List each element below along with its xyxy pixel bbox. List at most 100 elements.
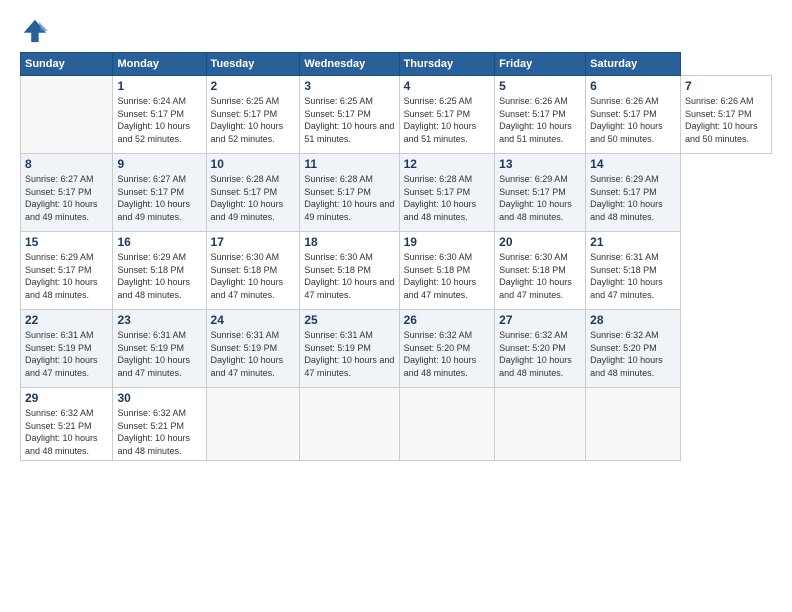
day-info: Sunrise: 6:32 AM Sunset: 5:21 PM Dayligh… (117, 407, 201, 457)
day-number: 8 (25, 157, 108, 171)
day-info: Sunrise: 6:29 AM Sunset: 5:17 PM Dayligh… (499, 173, 581, 223)
day-info: Sunrise: 6:29 AM Sunset: 5:17 PM Dayligh… (25, 251, 108, 301)
table-row: 23 Sunrise: 6:31 AM Sunset: 5:19 PM Dayl… (113, 310, 206, 388)
table-row: 11 Sunrise: 6:28 AM Sunset: 5:17 PM Dayl… (300, 154, 399, 232)
day-info: Sunrise: 6:25 AM Sunset: 5:17 PM Dayligh… (304, 95, 394, 145)
day-number: 17 (211, 235, 296, 249)
day-info: Sunrise: 6:31 AM Sunset: 5:19 PM Dayligh… (304, 329, 394, 379)
day-number: 9 (117, 157, 201, 171)
table-row: 3 Sunrise: 6:25 AM Sunset: 5:17 PM Dayli… (300, 76, 399, 154)
table-row: 15 Sunrise: 6:29 AM Sunset: 5:17 PM Dayl… (21, 232, 113, 310)
day-number: 25 (304, 313, 394, 327)
table-row: 19 Sunrise: 6:30 AM Sunset: 5:18 PM Dayl… (399, 232, 495, 310)
logo (20, 16, 52, 44)
day-number: 10 (211, 157, 296, 171)
table-row: 26 Sunrise: 6:32 AM Sunset: 5:20 PM Dayl… (399, 310, 495, 388)
day-number: 30 (117, 391, 201, 405)
day-info: Sunrise: 6:25 AM Sunset: 5:17 PM Dayligh… (404, 95, 491, 145)
table-row: 6 Sunrise: 6:26 AM Sunset: 5:17 PM Dayli… (586, 76, 681, 154)
table-row: 25 Sunrise: 6:31 AM Sunset: 5:19 PM Dayl… (300, 310, 399, 388)
logo-icon (20, 16, 48, 44)
table-row: 27 Sunrise: 6:32 AM Sunset: 5:20 PM Dayl… (495, 310, 586, 388)
day-number: 14 (590, 157, 676, 171)
col-saturday: Saturday (586, 53, 681, 76)
calendar-header-row: Sunday Monday Tuesday Wednesday Thursday… (21, 53, 772, 76)
day-number: 19 (404, 235, 491, 249)
day-info: Sunrise: 6:27 AM Sunset: 5:17 PM Dayligh… (117, 173, 201, 223)
table-row: 30 Sunrise: 6:32 AM Sunset: 5:21 PM Dayl… (113, 388, 206, 461)
day-info: Sunrise: 6:30 AM Sunset: 5:18 PM Dayligh… (211, 251, 296, 301)
day-number: 5 (499, 79, 581, 93)
day-number: 26 (404, 313, 491, 327)
table-row: 5 Sunrise: 6:26 AM Sunset: 5:17 PM Dayli… (495, 76, 586, 154)
table-row: 20 Sunrise: 6:30 AM Sunset: 5:18 PM Dayl… (495, 232, 586, 310)
day-info: Sunrise: 6:29 AM Sunset: 5:17 PM Dayligh… (590, 173, 676, 223)
day-info: Sunrise: 6:32 AM Sunset: 5:20 PM Dayligh… (590, 329, 676, 379)
day-info: Sunrise: 6:25 AM Sunset: 5:17 PM Dayligh… (211, 95, 296, 145)
table-row: 13 Sunrise: 6:29 AM Sunset: 5:17 PM Dayl… (495, 154, 586, 232)
table-row: 12 Sunrise: 6:28 AM Sunset: 5:17 PM Dayl… (399, 154, 495, 232)
table-row (206, 388, 300, 461)
day-number: 16 (117, 235, 201, 249)
calendar-table: Sunday Monday Tuesday Wednesday Thursday… (20, 52, 772, 461)
day-number: 20 (499, 235, 581, 249)
day-info: Sunrise: 6:30 AM Sunset: 5:18 PM Dayligh… (404, 251, 491, 301)
table-row: 14 Sunrise: 6:29 AM Sunset: 5:17 PM Dayl… (586, 154, 681, 232)
header (20, 16, 772, 44)
day-info: Sunrise: 6:26 AM Sunset: 5:17 PM Dayligh… (685, 95, 767, 145)
table-row: 8 Sunrise: 6:27 AM Sunset: 5:17 PM Dayli… (21, 154, 113, 232)
day-number: 23 (117, 313, 201, 327)
day-number: 7 (685, 79, 767, 93)
col-thursday: Thursday (399, 53, 495, 76)
table-row (300, 388, 399, 461)
day-info: Sunrise: 6:31 AM Sunset: 5:18 PM Dayligh… (590, 251, 676, 301)
day-number: 12 (404, 157, 491, 171)
day-number: 11 (304, 157, 394, 171)
day-info: Sunrise: 6:31 AM Sunset: 5:19 PM Dayligh… (117, 329, 201, 379)
page: Sunday Monday Tuesday Wednesday Thursday… (0, 0, 792, 612)
table-row: 24 Sunrise: 6:31 AM Sunset: 5:19 PM Dayl… (206, 310, 300, 388)
day-info: Sunrise: 6:26 AM Sunset: 5:17 PM Dayligh… (590, 95, 676, 145)
day-info: Sunrise: 6:24 AM Sunset: 5:17 PM Dayligh… (117, 95, 201, 145)
day-number: 18 (304, 235, 394, 249)
table-row: 2 Sunrise: 6:25 AM Sunset: 5:17 PM Dayli… (206, 76, 300, 154)
day-number: 24 (211, 313, 296, 327)
day-number: 15 (25, 235, 108, 249)
table-row: 1 Sunrise: 6:24 AM Sunset: 5:17 PM Dayli… (113, 76, 206, 154)
col-sunday: Sunday (21, 53, 113, 76)
day-info: Sunrise: 6:27 AM Sunset: 5:17 PM Dayligh… (25, 173, 108, 223)
col-wednesday: Wednesday (300, 53, 399, 76)
table-row: 28 Sunrise: 6:32 AM Sunset: 5:20 PM Dayl… (586, 310, 681, 388)
table-row (399, 388, 495, 461)
day-info: Sunrise: 6:30 AM Sunset: 5:18 PM Dayligh… (304, 251, 394, 301)
col-tuesday: Tuesday (206, 53, 300, 76)
day-number: 1 (117, 79, 201, 93)
table-row: 16 Sunrise: 6:29 AM Sunset: 5:18 PM Dayl… (113, 232, 206, 310)
day-number: 13 (499, 157, 581, 171)
day-number: 28 (590, 313, 676, 327)
table-row: 7 Sunrise: 6:26 AM Sunset: 5:17 PM Dayli… (680, 76, 771, 154)
day-info: Sunrise: 6:31 AM Sunset: 5:19 PM Dayligh… (211, 329, 296, 379)
day-info: Sunrise: 6:32 AM Sunset: 5:20 PM Dayligh… (499, 329, 581, 379)
day-number: 22 (25, 313, 108, 327)
day-number: 29 (25, 391, 108, 405)
day-info: Sunrise: 6:28 AM Sunset: 5:17 PM Dayligh… (211, 173, 296, 223)
day-number: 4 (404, 79, 491, 93)
day-info: Sunrise: 6:26 AM Sunset: 5:17 PM Dayligh… (499, 95, 581, 145)
table-row: 9 Sunrise: 6:27 AM Sunset: 5:17 PM Dayli… (113, 154, 206, 232)
day-number: 27 (499, 313, 581, 327)
day-info: Sunrise: 6:32 AM Sunset: 5:20 PM Dayligh… (404, 329, 491, 379)
table-row: 10 Sunrise: 6:28 AM Sunset: 5:17 PM Dayl… (206, 154, 300, 232)
table-row: 17 Sunrise: 6:30 AM Sunset: 5:18 PM Dayl… (206, 232, 300, 310)
day-info: Sunrise: 6:31 AM Sunset: 5:19 PM Dayligh… (25, 329, 108, 379)
table-row: 18 Sunrise: 6:30 AM Sunset: 5:18 PM Dayl… (300, 232, 399, 310)
table-row: 21 Sunrise: 6:31 AM Sunset: 5:18 PM Dayl… (586, 232, 681, 310)
day-info: Sunrise: 6:28 AM Sunset: 5:17 PM Dayligh… (404, 173, 491, 223)
day-info: Sunrise: 6:29 AM Sunset: 5:18 PM Dayligh… (117, 251, 201, 301)
day-number: 2 (211, 79, 296, 93)
day-number: 3 (304, 79, 394, 93)
table-row: 29 Sunrise: 6:32 AM Sunset: 5:21 PM Dayl… (21, 388, 113, 461)
table-row (586, 388, 681, 461)
col-monday: Monday (113, 53, 206, 76)
day-info: Sunrise: 6:28 AM Sunset: 5:17 PM Dayligh… (304, 173, 394, 223)
